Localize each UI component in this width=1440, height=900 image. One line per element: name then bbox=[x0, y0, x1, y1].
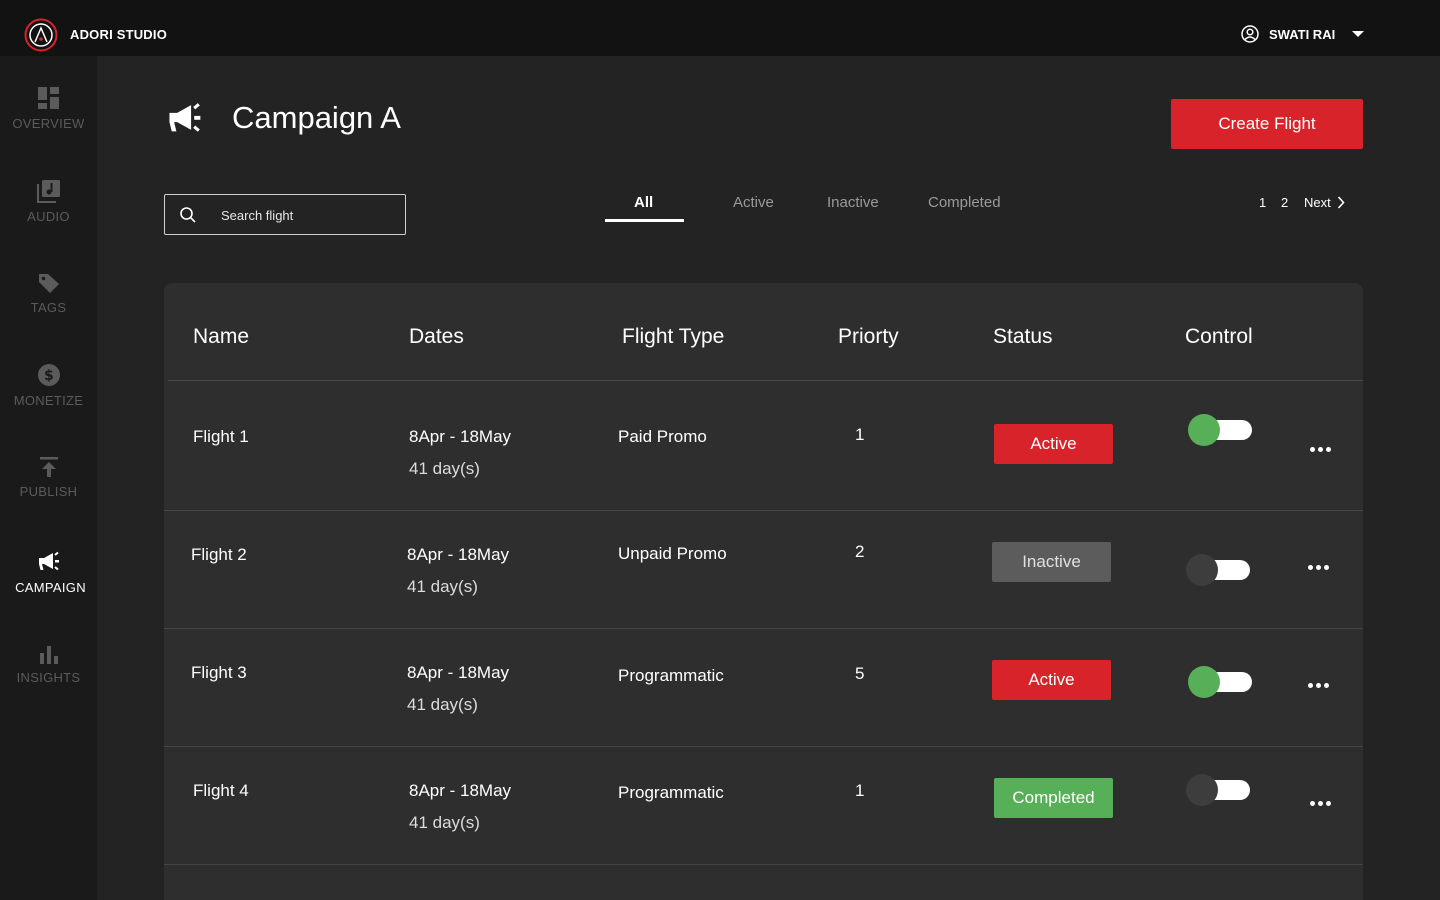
column-header-flight-type[interactable]: Flight Type bbox=[622, 325, 724, 349]
brand-name: ADORI STUDIO bbox=[70, 27, 168, 42]
flight-duration: 41 day(s) bbox=[409, 813, 480, 832]
sidebar-item-tags[interactable]: TAGS bbox=[0, 272, 97, 315]
column-header-control[interactable]: Control bbox=[1185, 325, 1253, 349]
sidebar-item-publish[interactable]: PUBLISH bbox=[0, 456, 97, 499]
chevron-right-icon bbox=[1337, 196, 1345, 209]
tab-completed[interactable]: Completed bbox=[928, 194, 1001, 211]
tab-active[interactable]: Active bbox=[733, 194, 774, 211]
status-badge: Active bbox=[992, 660, 1111, 700]
flight-type: Unpaid Promo bbox=[618, 544, 727, 563]
search-box bbox=[164, 194, 406, 235]
next-page-label: Next bbox=[1304, 195, 1331, 210]
table-row[interactable]: Flight 1 8Apr - 18May 41 day(s) Paid Pro… bbox=[164, 393, 1363, 511]
svg-text:$: $ bbox=[43, 368, 53, 384]
more-options-icon[interactable] bbox=[1308, 675, 1332, 688]
flight-type: Programmatic bbox=[618, 666, 724, 685]
adori-logo-icon[interactable] bbox=[24, 18, 58, 52]
column-header-status[interactable]: Status bbox=[993, 325, 1053, 349]
sidebar-label-audio: AUDIO bbox=[27, 209, 70, 224]
search-icon bbox=[180, 207, 196, 223]
column-header-priority[interactable]: Priorty bbox=[838, 325, 899, 349]
create-flight-button[interactable]: Create Flight bbox=[1171, 99, 1363, 149]
sidebar: OVERVIEW AUDIO TAGS $ MONETIZE PUBLISH C… bbox=[0, 56, 97, 900]
flight-type: Programmatic bbox=[618, 783, 724, 802]
sidebar-label-publish: PUBLISH bbox=[19, 484, 78, 499]
flight-name: Flight 3 bbox=[191, 663, 247, 682]
sidebar-label-insights: INSIGHTS bbox=[16, 670, 81, 685]
column-header-dates[interactable]: Dates bbox=[409, 325, 464, 349]
tab-all[interactable]: All bbox=[634, 194, 653, 211]
flight-toggle[interactable] bbox=[1186, 774, 1252, 808]
flight-duration: 41 day(s) bbox=[409, 459, 480, 478]
status-badge: Completed bbox=[994, 778, 1113, 818]
toggle-knob bbox=[1188, 666, 1220, 698]
sidebar-label-overview: OVERVIEW bbox=[12, 116, 85, 131]
flight-priority: 2 bbox=[855, 542, 865, 561]
table-row[interactable]: Flight 2 8Apr - 18May 41 day(s) Unpaid P… bbox=[164, 511, 1363, 629]
user-name: SWATI RAI bbox=[1269, 26, 1336, 42]
page-title: Campaign A bbox=[232, 100, 401, 135]
toggle-knob bbox=[1186, 554, 1218, 586]
sidebar-label-tags: TAGS bbox=[30, 300, 67, 315]
page-1-link[interactable]: 1 bbox=[1259, 195, 1266, 210]
flight-type: Paid Promo bbox=[618, 427, 707, 446]
flight-toggle[interactable] bbox=[1188, 414, 1254, 448]
flight-priority: 1 bbox=[855, 781, 865, 800]
audio-library-icon bbox=[36, 180, 60, 203]
sidebar-item-monetize[interactable]: $ MONETIZE bbox=[0, 363, 97, 408]
tab-inactive[interactable]: Inactive bbox=[827, 194, 879, 211]
more-options-icon[interactable] bbox=[1308, 557, 1332, 570]
sidebar-label-monetize: MONETIZE bbox=[13, 393, 84, 408]
publish-icon bbox=[39, 457, 58, 477]
next-page-button[interactable]: Next bbox=[1304, 195, 1345, 210]
toggle-knob bbox=[1186, 774, 1218, 806]
flight-priority: 1 bbox=[855, 425, 865, 444]
user-avatar-icon bbox=[1241, 25, 1259, 43]
page-2-link[interactable]: 2 bbox=[1281, 195, 1288, 210]
more-options-icon[interactable] bbox=[1310, 793, 1334, 806]
search-input[interactable] bbox=[221, 205, 391, 225]
flight-toggle[interactable] bbox=[1188, 666, 1254, 700]
megaphone-icon bbox=[38, 551, 59, 571]
more-options-icon[interactable] bbox=[1310, 439, 1334, 452]
flight-name: Flight 4 bbox=[193, 781, 249, 800]
toggle-knob bbox=[1188, 414, 1220, 446]
flight-priority: 5 bbox=[855, 664, 865, 683]
table-row[interactable]: Flight 4 8Apr - 18May 41 day(s) Programm… bbox=[164, 747, 1363, 865]
flight-name: Flight 1 bbox=[193, 427, 249, 446]
sidebar-label-campaign: CAMPAIGN bbox=[15, 580, 86, 595]
status-badge: Active bbox=[994, 424, 1113, 464]
header-divider bbox=[168, 380, 1363, 381]
sidebar-item-campaign[interactable]: CAMPAIGN bbox=[2, 550, 99, 595]
flight-dates: 8Apr - 18May bbox=[407, 663, 510, 682]
flight-name: Flight 2 bbox=[191, 545, 247, 564]
megaphone-icon bbox=[169, 103, 201, 132]
flight-dates: 8Apr - 18May bbox=[407, 545, 510, 564]
flight-dates: 8Apr - 18May bbox=[409, 781, 512, 800]
user-menu[interactable]: SWATI RAI bbox=[1241, 25, 1365, 43]
flights-table: Name Dates Flight Type Priorty Status Co… bbox=[164, 283, 1363, 900]
active-tab-indicator bbox=[605, 219, 684, 222]
flight-duration: 41 day(s) bbox=[407, 577, 478, 596]
status-badge: Inactive bbox=[992, 542, 1111, 582]
sidebar-item-audio[interactable]: AUDIO bbox=[0, 179, 97, 224]
sidebar-item-overview[interactable]: OVERVIEW bbox=[0, 86, 97, 131]
caret-down-icon bbox=[1352, 31, 1365, 37]
dashboard-icon bbox=[37, 87, 59, 109]
column-header-name[interactable]: Name bbox=[193, 325, 249, 349]
flight-duration: 41 day(s) bbox=[407, 695, 478, 714]
bar-chart-icon bbox=[39, 646, 58, 664]
table-row[interactable]: Flight 3 8Apr - 18May 41 day(s) Programm… bbox=[164, 629, 1363, 747]
dollar-icon: $ bbox=[37, 364, 60, 386]
top-bar: ADORI STUDIO SWATI RAI bbox=[0, 0, 1440, 56]
sidebar-item-insights[interactable]: INSIGHTS bbox=[0, 644, 97, 685]
flight-toggle[interactable] bbox=[1186, 554, 1252, 588]
tag-icon bbox=[38, 274, 59, 293]
flight-dates: 8Apr - 18May bbox=[409, 427, 512, 446]
